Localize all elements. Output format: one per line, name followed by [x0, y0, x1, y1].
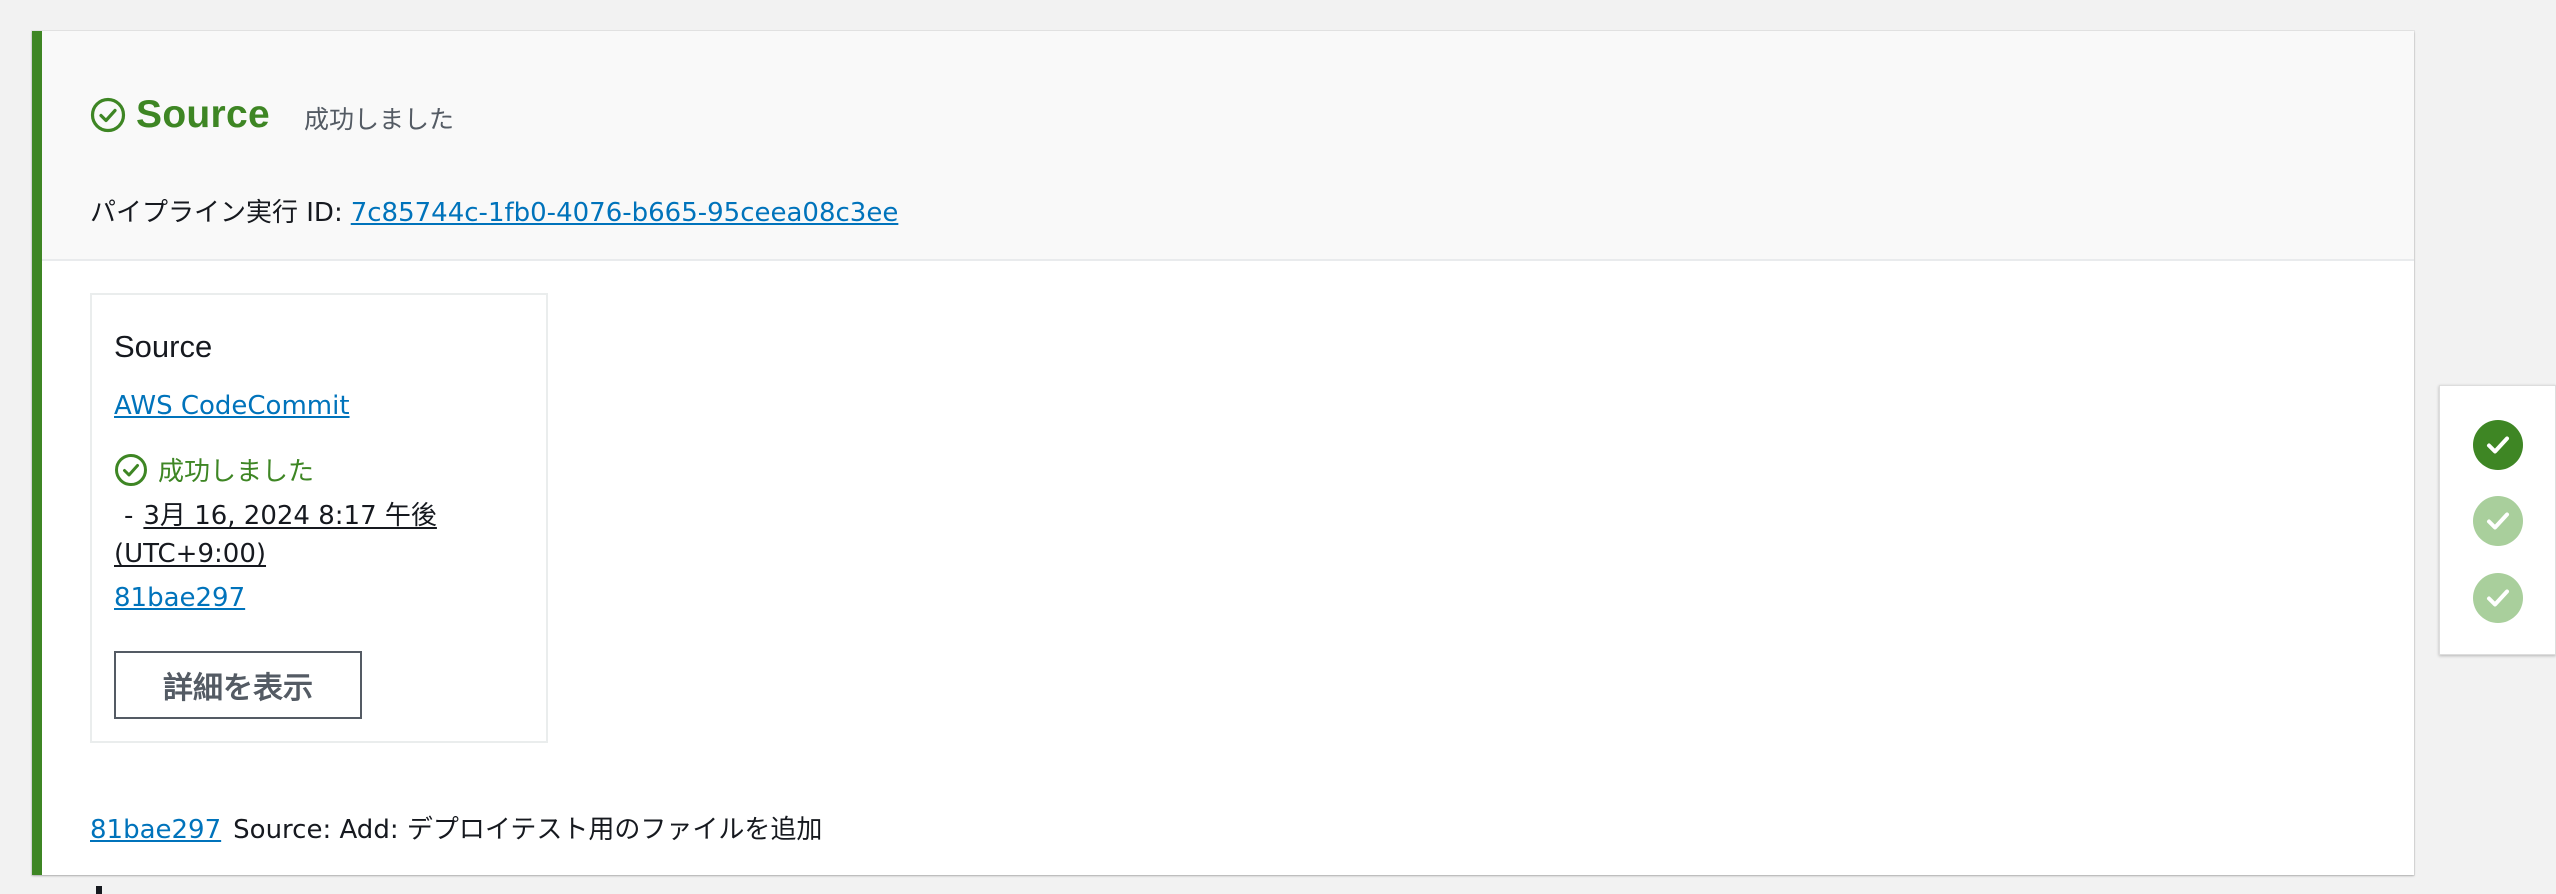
- check-icon: [2487, 589, 2509, 607]
- stage-panel: Source 成功しました パイプライン実行 ID: 7c85744c-1fb0-…: [32, 31, 2414, 875]
- commit-message-row: 81bae297 Source: Add: デプロイテスト用のファイルを追加: [90, 809, 822, 846]
- commit-message: Source: Add: デプロイテスト用のファイルを追加: [233, 815, 823, 845]
- action-title: Source: [114, 329, 213, 364]
- commit-id-link[interactable]: 81bae297: [90, 815, 221, 845]
- execution-id-label: パイプライン実行 ID:: [90, 198, 343, 228]
- view-details-button[interactable]: 詳細を表示: [114, 651, 362, 719]
- check-icon: [2487, 512, 2509, 530]
- minimap-stage-3[interactable]: [2473, 573, 2523, 623]
- stage-header: Source 成功しました パイプライン実行 ID: 7c85744c-1fb0-…: [42, 31, 2414, 261]
- execution-id-row: パイプライン実行 ID: 7c85744c-1fb0-4076-b665-95ce…: [90, 192, 898, 229]
- timestamp-date: 3月 16, 2024 8:17 午後: [143, 501, 437, 531]
- execution-id-link[interactable]: 7c85744c-1fb0-4076-b665-95ceea08c3ee: [351, 198, 899, 228]
- check-icon: [2487, 436, 2509, 454]
- minimap-stage-1[interactable]: [2473, 420, 2523, 470]
- action-card: Source AWS CodeCommit 成功しました -3月 16, 202…: [90, 293, 548, 743]
- timestamp-dash: -: [124, 501, 134, 531]
- success-check-icon: [115, 453, 147, 486]
- success-check-icon: [90, 97, 126, 133]
- timestamp-timezone: (UTC+9:00): [114, 539, 267, 569]
- next-stage-connector: [96, 886, 102, 894]
- provider-link[interactable]: AWS CodeCommit: [114, 391, 350, 421]
- minimap-stage-2[interactable]: [2473, 496, 2523, 546]
- action-timestamp: -3月 16, 2024 8:17 午後: [114, 495, 437, 532]
- stage-title-row: Source 成功しました: [90, 93, 454, 137]
- stage-status: 成功しました: [304, 105, 455, 134]
- action-status-row: 成功しました: [114, 451, 314, 488]
- action-commit-link[interactable]: 81bae297: [114, 583, 245, 613]
- action-status: 成功しました: [158, 457, 315, 487]
- stage-title: Source: [136, 93, 271, 136]
- pipeline-minimap: [2439, 385, 2556, 655]
